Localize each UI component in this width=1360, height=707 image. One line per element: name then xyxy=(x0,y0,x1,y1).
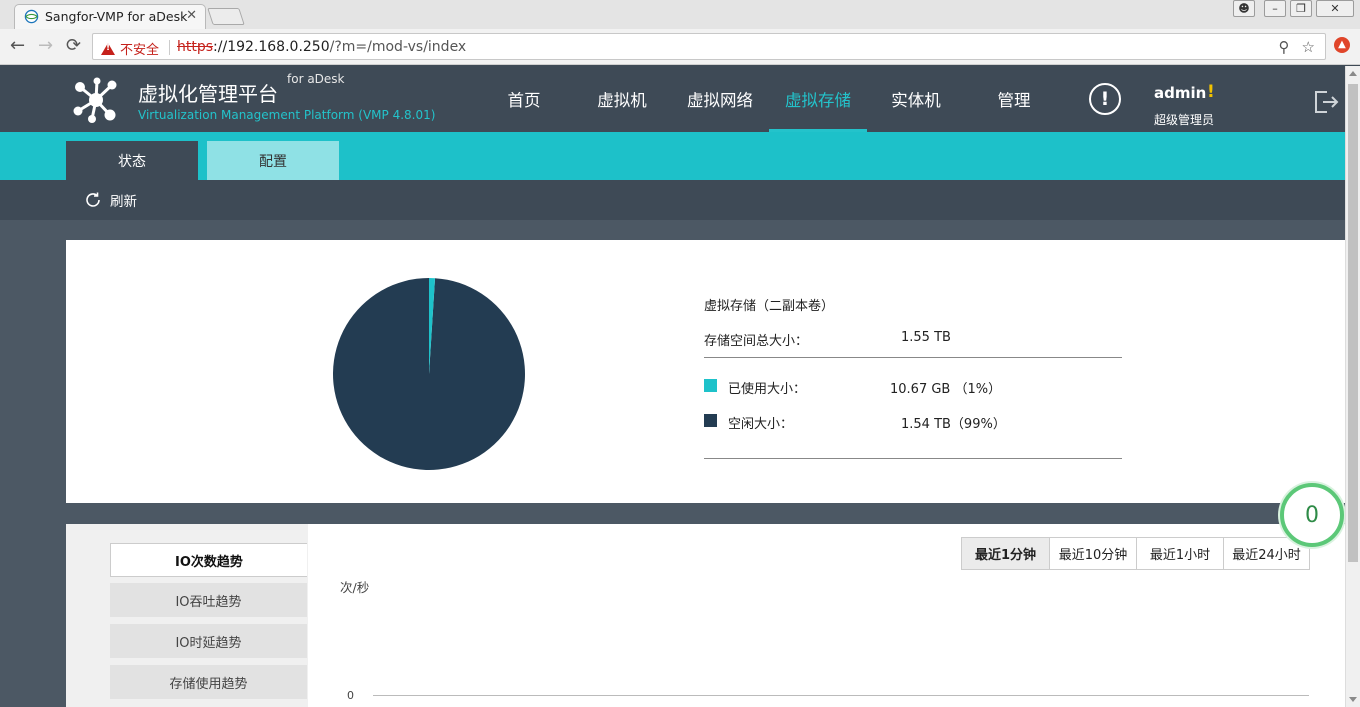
total-size-value: 1.55 TB xyxy=(901,330,951,345)
new-tab-button[interactable] xyxy=(207,8,245,25)
url-host: ://192.168.0.250 xyxy=(213,39,330,55)
tab-io-latency[interactable]: IO时延趋势 xyxy=(110,624,307,658)
minimize-icon[interactable]: – xyxy=(1264,0,1286,17)
scroll-thumb[interactable] xyxy=(1348,84,1358,562)
scroll-down-icon[interactable] xyxy=(1349,697,1357,702)
close-tab-icon[interactable]: ✕ xyxy=(186,8,197,23)
browser-tab[interactable]: Sangfor-VMP for aDesk ✕ xyxy=(14,4,206,29)
user-role: 超级管理员 xyxy=(1154,113,1215,127)
restore-icon[interactable]: ❐ xyxy=(1290,0,1312,17)
user-notice-mark[interactable]: ! xyxy=(1207,82,1215,102)
brand-english: Virtualization Management Platform (VMP … xyxy=(138,108,436,122)
storage-usage-pie xyxy=(333,278,525,470)
bookmark-star-icon[interactable]: ☆ xyxy=(1302,38,1315,56)
tab-io-count[interactable]: IO次数趋势 xyxy=(110,543,307,577)
url-divider xyxy=(169,40,170,55)
used-size-label: 已使用大小： xyxy=(728,382,807,397)
security-label: 不安全 xyxy=(120,43,160,58)
main-nav: 首页 虚拟机 虚拟网络 虚拟存储 实体机 管理 xyxy=(475,66,1063,132)
storage-summary-panel: 虚拟存储（二副本卷） 存储空间总大小： 1.55 TB 已使用大小： 10.67… xyxy=(66,240,1345,503)
brand-title: 虚拟化管理平台 xyxy=(138,82,278,106)
forward-icon[interactable]: → xyxy=(38,36,53,56)
address-bar[interactable]: 不安全 https://192.168.0.250/?m=/mod-vs/ind… xyxy=(92,33,1326,60)
url-scheme: https xyxy=(177,39,214,55)
range-1hour-button[interactable]: 最近1小时 xyxy=(1136,538,1223,569)
brand-subtitle: for aDesk xyxy=(287,72,345,86)
used-legend-swatch xyxy=(704,379,717,392)
range-1min-button[interactable]: 最近1分钟 xyxy=(962,538,1049,569)
range-10min-button[interactable]: 最近10分钟 xyxy=(1049,538,1136,569)
free-legend-swatch xyxy=(704,414,717,427)
url-text[interactable]: https://192.168.0.250/?m=/mod-vs/index xyxy=(177,39,466,55)
nav-virtual-storage[interactable]: 虚拟存储 xyxy=(769,66,867,132)
free-size-value: 1.54 TB（99%） xyxy=(901,417,1006,432)
io-trend-tabs: IO次数趋势 IO吞吐趋势 IO时延趋势 存储使用趋势 xyxy=(66,524,308,707)
molecule-logo-icon xyxy=(73,77,117,123)
zoom-icon[interactable]: ⚲ xyxy=(1279,38,1290,56)
free-size-label: 空闲大小： xyxy=(728,417,794,432)
url-path: /?m=/mod-vs/index xyxy=(329,39,467,55)
close-window-icon[interactable]: ✕ xyxy=(1316,0,1354,17)
nav-home[interactable]: 首页 xyxy=(475,66,573,132)
nav-management[interactable]: 管理 xyxy=(965,66,1063,132)
nav-virtual-machines[interactable]: 虚拟机 xyxy=(573,66,671,132)
page-scrollbar[interactable] xyxy=(1345,66,1360,707)
time-range-selector: 最近1分钟 最近10分钟 最近1小时 最近24小时 xyxy=(961,537,1310,570)
browser-toolbar: ← → ⟳ 不安全 https://192.168.0.250/?m=/mod-… xyxy=(0,29,1360,65)
tab-status[interactable]: 状态 xyxy=(66,141,198,180)
page-toolbar: 刷新 xyxy=(0,180,1345,220)
scroll-up-icon[interactable] xyxy=(1349,71,1357,76)
y-axis-zero-label: 0 xyxy=(347,689,354,702)
tab-storage-usage[interactable]: 存储使用趋势 xyxy=(110,665,307,699)
used-size-value: 10.67 GB （1%） xyxy=(890,382,1002,397)
logout-icon[interactable] xyxy=(1313,90,1339,114)
alert-icon[interactable]: ! xyxy=(1089,83,1121,115)
warning-icon xyxy=(101,42,115,55)
browser-tabstrip: Sangfor-VMP for aDesk ✕ ☻ – ❐ ✕ xyxy=(0,0,1360,29)
reload-icon[interactable]: ⟳ xyxy=(66,36,81,56)
storage-heading: 虚拟存储（二副本卷） xyxy=(704,299,835,314)
browser-tab-title: Sangfor-VMP for aDesk xyxy=(45,9,188,24)
globe-favicon-icon xyxy=(24,9,39,24)
profile-icon[interactable]: ☻ xyxy=(1233,0,1255,17)
total-size-label: 存储空间总大小： xyxy=(704,334,809,349)
io-trend-panel: IO次数趋势 IO吞吐趋势 IO时延趋势 存储使用趋势 最近1分钟 最近10分钟… xyxy=(66,524,1345,707)
refresh-label: 刷新 xyxy=(110,194,137,210)
tab-config[interactable]: 配置 xyxy=(207,141,339,180)
divider xyxy=(704,357,1122,358)
chart-baseline xyxy=(373,695,1309,696)
nav-virtual-network[interactable]: 虚拟网络 xyxy=(671,66,769,132)
security-indicator[interactable]: 不安全 xyxy=(101,39,159,58)
user-name[interactable]: admin xyxy=(1154,84,1206,102)
refresh-button[interactable]: 刷新 xyxy=(84,190,137,210)
tab-io-throughput[interactable]: IO吞吐趋势 xyxy=(110,583,307,617)
app-header: 虚拟化管理平台 for aDesk Virtualization Managem… xyxy=(0,66,1345,132)
y-axis-unit: 次/秒 xyxy=(340,580,370,595)
back-icon[interactable]: ← xyxy=(10,36,25,56)
extension-icon[interactable]: ▲ xyxy=(1334,37,1350,53)
subtabs-bar: 状态 配置 xyxy=(0,132,1345,180)
storage-info: 虚拟存储（二副本卷） 存储空间总大小： 1.55 TB 已使用大小： 10.67… xyxy=(704,240,1124,503)
divider xyxy=(704,458,1122,459)
nav-physical-hosts[interactable]: 实体机 xyxy=(867,66,965,132)
address-bar-actions: ⚲ ☆ xyxy=(1279,38,1315,56)
refresh-icon xyxy=(86,192,100,207)
floating-counter-badge[interactable]: 0 xyxy=(1280,483,1344,547)
